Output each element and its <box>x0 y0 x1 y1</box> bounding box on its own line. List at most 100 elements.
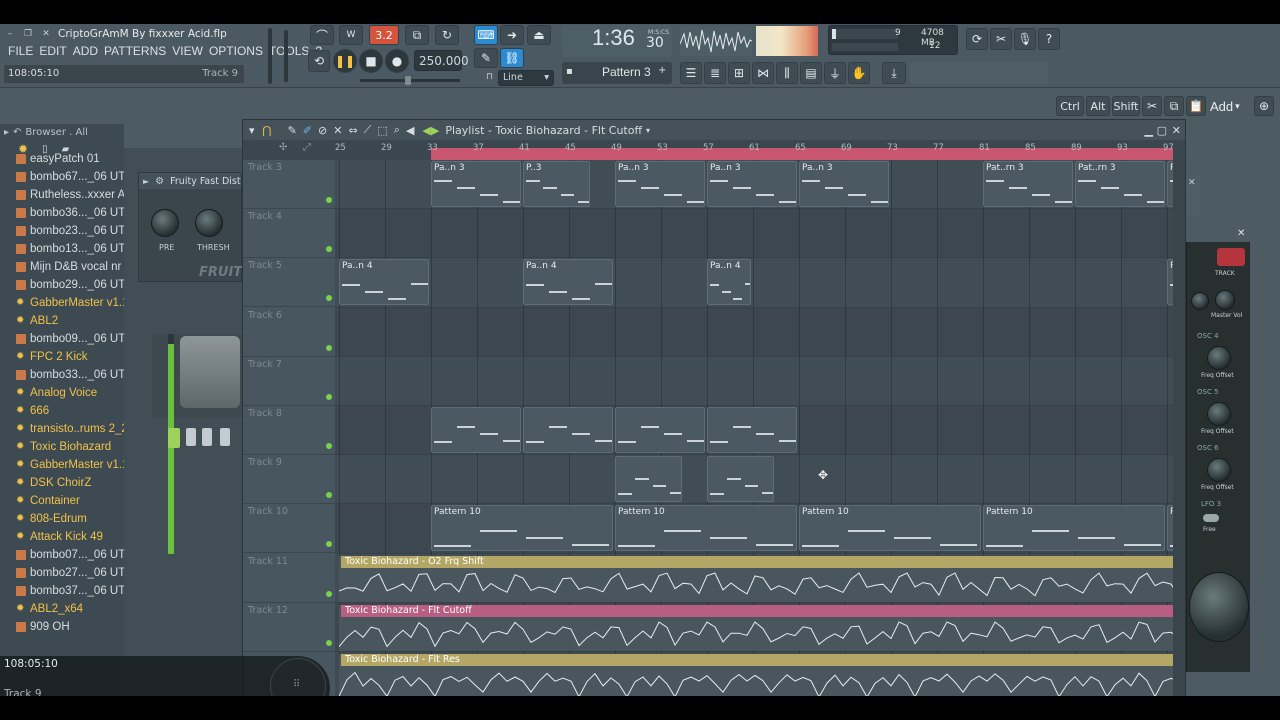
menu-tools[interactable]: TOOLS <box>269 44 309 58</box>
browser-item[interactable]: bombo67..._06 UTC) <box>0 168 124 186</box>
large-knob[interactable] <box>1189 572 1249 642</box>
browser-item[interactable]: Mijn D&B vocal nr 2 <box>0 258 124 276</box>
menu-view[interactable]: VIEW <box>172 44 203 58</box>
countdown-button[interactable]: ⏏ <box>527 25 551 45</box>
menu-patterns[interactable]: PATTERNS <box>104 44 166 58</box>
browser-item[interactable]: ✹ Analog Voice <box>0 384 124 402</box>
restore-icon[interactable]: ❐ <box>22 28 34 40</box>
browser-item[interactable]: bombo27..._06 UTC) <box>0 564 124 582</box>
osc4-freq-knob[interactable] <box>1207 346 1231 370</box>
browser-item[interactable]: bombo37..._06 UTC) <box>0 582 124 600</box>
browser-item[interactable]: bombo23..._06 UTC) <box>0 222 124 240</box>
pattern-clip[interactable]: Pattern 10 <box>799 505 981 552</box>
collapse-icon[interactable]: ▸ <box>4 127 9 138</box>
download-button[interactable]: ⤓ <box>882 62 906 84</box>
close-icon[interactable]: ✕ <box>1172 124 1181 137</box>
browser-item[interactable]: bombo09..._06 UTC) <box>0 330 124 348</box>
maximize-icon[interactable]: ▢ <box>1157 124 1167 137</box>
browser-item[interactable]: ✹ DSK ChoirZ <box>0 474 124 492</box>
browser-item[interactable]: bombo07..._06 UTC) <box>0 546 124 564</box>
browser-item[interactable]: bombo33..._06 UTC) <box>0 366 124 384</box>
drive-knob[interactable] <box>1191 292 1209 310</box>
browser-item[interactable]: ✹ transisto..rums 2_2 <box>0 420 124 438</box>
select-icon[interactable]: ⬚ <box>377 124 387 137</box>
song-position-bar[interactable] <box>360 76 460 85</box>
pattern-clip[interactable] <box>707 456 774 503</box>
channel-rack-button[interactable]: ≣ <box>704 62 726 84</box>
drag-handle[interactable]: ⠿ <box>270 658 326 696</box>
track-mute-led[interactable] <box>326 393 332 400</box>
speaker-icon[interactable]: ◀ <box>406 124 414 137</box>
browser-item[interactable]: ✹ 666 <box>0 402 124 420</box>
master-pitch-slider[interactable] <box>284 30 288 82</box>
track-header[interactable]: Track 8 <box>243 406 335 455</box>
blend-notes-button[interactable]: ⧉ <box>405 25 429 45</box>
playlist-button[interactable]: ☰ <box>680 62 702 84</box>
stop-button[interactable]: ■ <box>359 49 383 73</box>
pattern-clip[interactable] <box>615 407 705 453</box>
menu-arrow-icon[interactable]: ▾ <box>249 124 255 137</box>
track-header[interactable]: Track 6 <box>243 308 335 357</box>
mixer-button[interactable]: ⫼ <box>776 62 798 84</box>
insert3-fader[interactable] <box>220 428 230 446</box>
loop-record-button[interactable]: ↻ <box>435 25 459 45</box>
curve-icon[interactable]: ⤢ <box>303 142 311 153</box>
pattern-clip[interactable]: Pattern 10 <box>615 505 797 552</box>
add-menu[interactable]: Add ▾ <box>1210 96 1250 116</box>
menu-edit[interactable]: EDIT <box>39 44 66 58</box>
pattern-clip[interactable]: Pa..n 4 <box>523 259 613 306</box>
typing-keyboard-button[interactable]: ⌨ <box>474 25 498 45</box>
browser-item[interactable]: ✹ 808-Edrum <box>0 510 124 528</box>
track-mute-led[interactable] <box>326 492 332 499</box>
pattern-clip[interactable]: Pattern 10 <box>983 505 1165 552</box>
tools-button[interactable]: ✂ <box>990 28 1012 50</box>
pattern-clip[interactable]: Pat..rn 3 <box>1075 161 1165 207</box>
track-header[interactable]: Track 9 <box>243 455 335 505</box>
close-icon[interactable]: ✕ <box>1188 178 1196 188</box>
pause-button[interactable]: ❚❚ <box>333 49 357 73</box>
step-mode-button[interactable]: ➜ <box>500 25 524 45</box>
browser-item[interactable]: bombo13..._06 UTC) <box>0 240 124 258</box>
pattern-clip[interactable] <box>431 407 521 453</box>
track-lane[interactable] <box>335 258 1173 308</box>
master-volume-slider[interactable] <box>268 28 272 84</box>
browser-item[interactable]: ✹ Container <box>0 492 124 510</box>
track-header[interactable]: Track 11 <box>243 554 335 603</box>
cut-button[interactable]: ✂ <box>1142 96 1162 116</box>
pattern-clip[interactable]: Pa..n 3 <box>431 161 521 207</box>
pattern-clip[interactable]: Pattern 10 <box>431 505 613 552</box>
minimize-icon[interactable]: – <box>4 28 16 40</box>
browser-item[interactable]: Rutheless..xxxer Acid <box>0 186 124 204</box>
thresh-knob[interactable] <box>195 209 223 237</box>
pattern-clip[interactable]: P..3 <box>523 161 590 207</box>
pattern-clip[interactable]: Pat..rn 3 <box>983 161 1073 207</box>
track-mute-led[interactable] <box>326 197 332 203</box>
delete-icon[interactable]: ⊘ <box>318 124 327 137</box>
ctrl-modifier[interactable]: Ctrl <box>1056 96 1084 116</box>
pattern-clip[interactable] <box>615 456 682 503</box>
track-mute-led[interactable] <box>326 344 332 351</box>
close-icon[interactable]: ✕ <box>1237 228 1245 239</box>
minimize-icon[interactable]: ▁ <box>1145 124 1153 137</box>
osc5-freq-knob[interactable] <box>1207 402 1231 426</box>
link-button[interactable]: ⛓ <box>500 48 524 68</box>
track-header[interactable]: Track 4 <box>243 209 335 259</box>
browser-item[interactable]: ✹ Toxic Biohazard <box>0 438 124 456</box>
plugin-picker-button[interactable]: ⋈ <box>752 62 774 84</box>
insert2-fader[interactable] <box>202 428 212 446</box>
browser-item[interactable]: bombo29..._06 UTC) <box>0 276 124 294</box>
browser-item[interactable]: 909 OH <box>0 618 124 636</box>
paint-icon[interactable]: ✐ <box>303 124 312 137</box>
track-header[interactable]: Track 7 <box>243 357 335 406</box>
track-mute-led[interactable] <box>326 246 332 253</box>
master-fader[interactable] <box>168 428 180 448</box>
touch-controller-button[interactable]: ✋ <box>848 62 870 84</box>
pattern-clip[interactable]: Pa..n 3 <box>615 161 705 207</box>
insert1-fader[interactable] <box>186 428 196 446</box>
track-lane[interactable] <box>335 209 1173 259</box>
pattern-clip[interactable]: Pa..n 4 <box>339 259 429 306</box>
pattern-clip[interactable] <box>707 407 797 453</box>
browser-item[interactable]: ✹ ABL2 <box>0 312 124 330</box>
lfo-toggle[interactable] <box>1203 514 1219 522</box>
menu-add[interactable]: ADD <box>73 44 98 58</box>
